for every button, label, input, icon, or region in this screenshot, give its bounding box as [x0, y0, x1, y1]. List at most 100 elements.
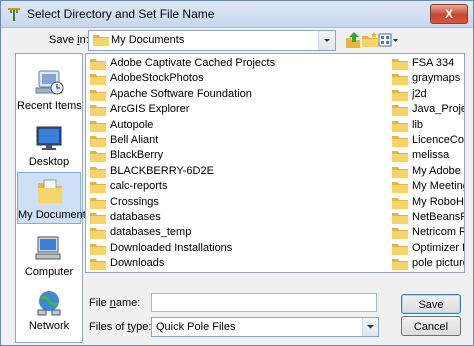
file-list-item[interactable]: j2d	[392, 87, 464, 102]
folder-icon	[90, 182, 106, 194]
file-list[interactable]: Adobe Captivate Cached Projects AdobeStoc…	[85, 53, 465, 273]
folder-icon	[90, 151, 106, 163]
my-documents-icon	[38, 179, 62, 203]
chevron-down-icon	[324, 39, 330, 42]
save-in-label: Save in:	[49, 34, 89, 46]
file-name-label: File name:	[89, 297, 140, 309]
file-list-column-2: FSA 334 graymaps j2d Java_Projectslib Licenc…	[392, 56, 465, 273]
file-list-item-label: j2d	[412, 87, 427, 100]
file-name-label-text: File	[89, 297, 110, 309]
save-in-dropdown[interactable]: My Documents	[88, 30, 336, 51]
file-list-item[interactable]: pole pictures	[392, 256, 464, 271]
file-list-item[interactable]: dumps	[90, 271, 380, 272]
file-list-item[interactable]: graymaps	[392, 71, 464, 86]
folder-icon	[392, 212, 408, 224]
file-list-item-label: databases_temp	[110, 226, 192, 239]
file-list-item-label: databases	[110, 210, 161, 223]
folder-icon	[392, 182, 408, 194]
save-button[interactable]: Save	[401, 294, 461, 314]
file-list-item[interactable]: lib	[392, 118, 464, 133]
file-list-item-label: Adobe Captivate Cached Projects	[110, 57, 276, 69]
file-list-item[interactable]: NetBeansPro	[392, 210, 464, 225]
file-list-item-label: BLACKBERRY-6D2E	[110, 164, 214, 177]
file-list-item-label: Powerwires_	[412, 272, 465, 273]
file-list-item-label: NetBeansPro	[412, 210, 464, 223]
file-list-item[interactable]: Apache Software Foundation	[90, 87, 380, 102]
folder-icon	[90, 120, 106, 132]
network-icon	[37, 291, 61, 316]
place-my-documents[interactable]: My Documents	[17, 172, 91, 224]
place-label: Desktop	[28, 156, 70, 168]
file-list-item[interactable]: Crossings	[90, 195, 380, 210]
file-list-item[interactable]: BlackBerry	[90, 148, 380, 163]
place-desktop[interactable]: Desktop	[17, 120, 81, 172]
file-list-column-1: Adobe Captivate Cached Projects AdobeStoc…	[90, 56, 380, 272]
file-list-item[interactable]: Downloads	[90, 256, 380, 271]
dropdown-arrow[interactable]	[318, 31, 335, 50]
save-in-label-text: Save	[49, 34, 78, 46]
file-list-item-label: Crossings	[110, 195, 159, 208]
folder-icon	[90, 259, 106, 271]
folder-icon	[392, 228, 408, 240]
file-list-item[interactable]: databases_temp	[90, 225, 380, 240]
save-in-value: My Documents	[111, 34, 185, 46]
file-list-item[interactable]: Adobe Captivate Cached Projects	[90, 56, 380, 71]
place-network[interactable]: Network	[17, 284, 81, 336]
file-list-item[interactable]: Powerwires_	[392, 271, 465, 273]
file-list-item[interactable]: My RoboHel	[392, 195, 464, 210]
file-list-item-label: My RoboHel	[412, 195, 464, 208]
file-list-item-label: Java_Projects	[412, 103, 464, 116]
file-list-item[interactable]: Netricom Re	[392, 225, 464, 240]
file-list-item[interactable]: Downloaded Installations	[90, 241, 380, 256]
close-icon: X	[444, 7, 453, 21]
file-list-item-label: AdobeStockPhotos	[110, 72, 204, 85]
up-one-level-icon[interactable]	[344, 31, 362, 49]
file-name-label-text-end: ame:	[115, 297, 141, 309]
file-list-item-label: pole pictures	[412, 257, 464, 270]
file-list-item[interactable]: FSA 334	[392, 56, 464, 71]
folder-icon	[90, 74, 106, 86]
file-list-item[interactable]: My Meetings	[392, 179, 464, 194]
view-menu-icon[interactable]	[378, 31, 398, 49]
folder-icon	[392, 197, 408, 209]
file-list-item[interactable]: ArcGIS Explorer	[90, 102, 380, 117]
file-list-item[interactable]: melissa	[392, 148, 464, 163]
cancel-button[interactable]: Cancel	[401, 316, 461, 336]
folder-icon	[392, 74, 408, 86]
dropdown-arrow[interactable]	[362, 318, 378, 336]
app-icon	[8, 8, 20, 21]
window-title: Select Directory and Set File Name	[27, 7, 215, 21]
file-list-item[interactable]: Optimizer Pr	[392, 241, 464, 256]
file-list-item[interactable]: AdobeStockPhotos	[90, 71, 380, 86]
new-folder-icon[interactable]	[361, 31, 379, 49]
file-list-item-label: Bell Aliant	[110, 133, 159, 146]
file-list-item[interactable]: databases	[90, 210, 380, 225]
file-type-label-text: Files of	[89, 321, 128, 333]
folder-icon	[90, 228, 106, 240]
file-list-item[interactable]: Java_Projects	[392, 102, 464, 117]
file-list-item[interactable]: BLACKBERRY-6D2E	[90, 164, 380, 179]
place-recent-items[interactable]: Recent Items	[17, 64, 82, 116]
file-list-item[interactable]: Bell Aliant	[90, 133, 380, 148]
place-computer[interactable]: Computer	[17, 230, 81, 282]
title-bar[interactable]: Select Directory and Set File Name X	[1, 1, 473, 28]
folder-icon	[392, 105, 408, 117]
file-list-item-label: ArcGIS Explorer	[110, 103, 190, 116]
close-button[interactable]: X	[430, 4, 468, 24]
file-list-item[interactable]: My Adobe C	[392, 164, 464, 179]
file-list-item-label: My Meetings	[412, 180, 464, 193]
folder-icon	[392, 120, 408, 132]
file-list-item-label: Netricom Re	[412, 226, 464, 239]
file-list-item-label: lib	[412, 118, 424, 131]
file-name-input[interactable]	[151, 293, 377, 312]
file-list-item-label: Downloads	[110, 257, 165, 270]
file-list-item[interactable]: Autopole	[90, 118, 380, 133]
file-type-value: Quick Pole Files	[156, 321, 236, 333]
computer-icon	[35, 236, 61, 260]
folder-icon	[90, 197, 106, 209]
file-type-dropdown[interactable]: Quick Pole Files	[151, 317, 379, 337]
folder-icon	[90, 89, 106, 101]
file-list-item[interactable]: LicenceCons	[392, 133, 464, 148]
file-list-item-label: Apache Software Foundation	[110, 87, 252, 100]
file-list-item[interactable]: calc-reports	[90, 179, 380, 194]
